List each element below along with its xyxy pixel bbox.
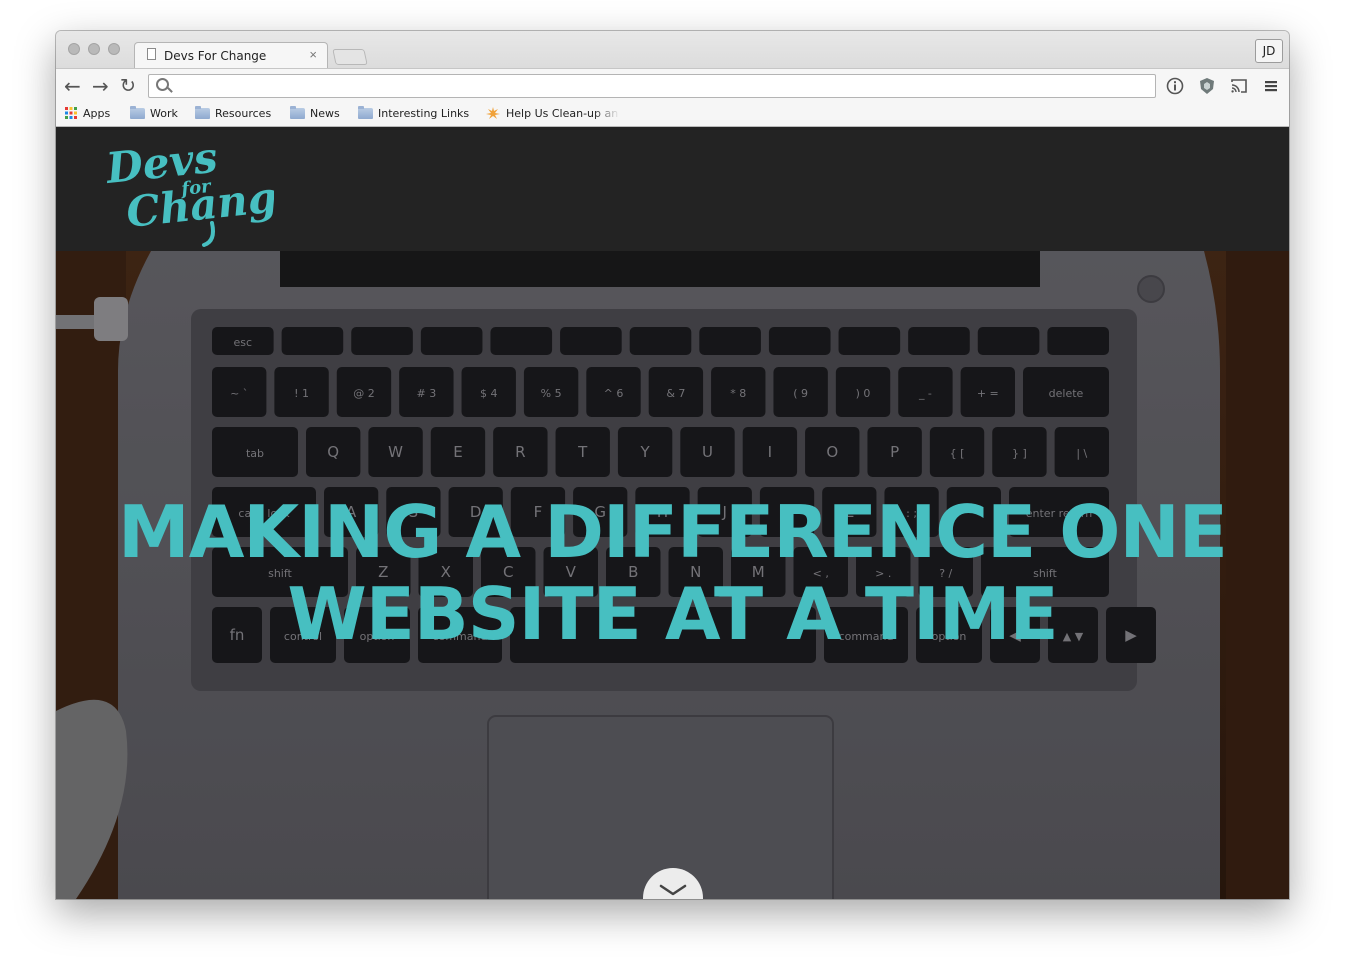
browser-toolbar: ← → ↻ bbox=[56, 68, 1289, 105]
bookmarks-bar: Apps Work Resources News Interesting Lin… bbox=[56, 104, 1289, 127]
bookmark-help-us-clean-up[interactable]: Help Us Clean-up an bbox=[486, 107, 620, 120]
folder-icon bbox=[195, 106, 210, 119]
bookmark-label: Apps bbox=[83, 107, 111, 120]
page-icon bbox=[147, 48, 156, 60]
close-window-button[interactable] bbox=[68, 43, 80, 55]
menu-icon[interactable] bbox=[1262, 77, 1280, 95]
tab-close-icon[interactable]: × bbox=[309, 47, 317, 62]
scroll-down-button[interactable] bbox=[643, 868, 703, 899]
browser-window: Devs For Change × JD ← → ↻ Apps Work Res… bbox=[56, 31, 1289, 899]
hero-section: esc ~ `! 1 @ 2 # 3 $ 4% 5 ^ 6 & 7 * 8( 9) 0 _ - +… bbox=[56, 251, 1289, 899]
bookmark-label: Work bbox=[150, 107, 178, 120]
bookmark-folder-interesting-links[interactable]: Interesting Links bbox=[358, 106, 470, 120]
zoom-window-button[interactable] bbox=[108, 43, 120, 55]
folder-icon bbox=[130, 106, 145, 119]
reload-button[interactable]: ↻ bbox=[120, 75, 136, 97]
bookmark-label: News bbox=[310, 107, 340, 120]
bookmark-label: Interesting Links bbox=[378, 107, 470, 120]
address-bar[interactable] bbox=[148, 74, 1156, 98]
search-icon bbox=[156, 78, 169, 91]
new-tab-button[interactable] bbox=[332, 49, 368, 65]
bookmark-label: Help Us Clean-up an bbox=[506, 107, 619, 120]
folder-icon bbox=[290, 106, 305, 119]
web-page: Devs for Change esc ~ ` ! 1 @ 2 # 3 $ 4 … bbox=[56, 127, 1289, 899]
tab-devs-for-change[interactable]: Devs For Change × bbox=[134, 42, 328, 69]
bookmark-folder-resources[interactable]: Resources bbox=[195, 106, 272, 120]
devs-for-change-logo[interactable]: Devs for Change bbox=[104, 139, 274, 249]
extension-shield-icon[interactable] bbox=[1198, 77, 1216, 95]
bookmark-favicon bbox=[486, 107, 500, 119]
bookmark-folder-work[interactable]: Work bbox=[130, 106, 178, 120]
apps-grid-icon bbox=[65, 107, 77, 119]
minimize-window-button[interactable] bbox=[88, 43, 100, 55]
bookmark-label: Resources bbox=[215, 107, 272, 120]
chevron-down-icon bbox=[659, 884, 687, 896]
hero-headline-line-1: MAKING A DIFFERENCE ONE bbox=[118, 490, 1228, 574]
hero-headline-line-2: WEBSITE AT A TIME bbox=[287, 572, 1058, 656]
back-button[interactable]: ← bbox=[64, 75, 81, 97]
tab-strip: Devs For Change × JD bbox=[56, 31, 1289, 69]
site-header: Devs for Change bbox=[56, 127, 1289, 251]
profile-button[interactable]: JD bbox=[1255, 39, 1283, 63]
bookmark-apps[interactable]: Apps bbox=[65, 107, 110, 120]
info-icon[interactable] bbox=[1166, 77, 1184, 95]
hero-headline: MAKING A DIFFERENCE ONE WEBSITE AT A TIM… bbox=[56, 491, 1289, 655]
cast-icon[interactable] bbox=[1230, 77, 1248, 95]
bookmark-folder-news[interactable]: News bbox=[290, 106, 340, 120]
forward-button[interactable]: → bbox=[92, 75, 109, 97]
folder-icon bbox=[358, 106, 373, 119]
tab-title: Devs For Change bbox=[164, 49, 267, 63]
